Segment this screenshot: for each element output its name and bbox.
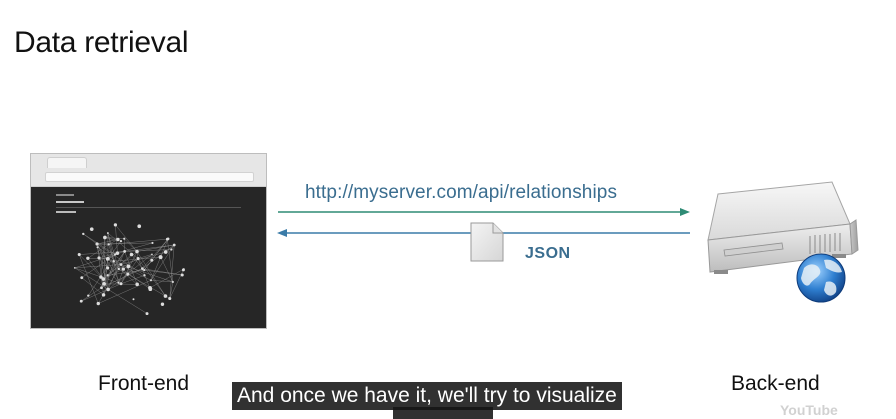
- network-node: [168, 297, 171, 300]
- network-node: [107, 232, 109, 234]
- network-nodes: [74, 223, 185, 315]
- network-node: [80, 276, 83, 279]
- network-node: [87, 294, 89, 296]
- network-node: [112, 260, 115, 263]
- network-node: [123, 250, 126, 253]
- network-node: [148, 286, 152, 290]
- network-node: [104, 284, 106, 286]
- network-node: [103, 236, 107, 240]
- json-document-icon: [470, 222, 504, 262]
- network-node: [137, 224, 141, 228]
- network-node: [86, 257, 89, 260]
- network-node: [130, 253, 134, 257]
- globe-icon: [797, 254, 845, 302]
- network-node: [106, 266, 109, 269]
- network-node: [82, 233, 84, 235]
- network-node: [173, 244, 176, 247]
- network-node: [106, 288, 110, 292]
- network-node: [90, 227, 94, 231]
- network-node: [102, 277, 106, 281]
- network-node: [120, 240, 122, 242]
- network-node: [133, 298, 135, 300]
- network-node: [182, 268, 185, 271]
- slide-title: Data retrieval: [14, 26, 188, 60]
- network-node: [120, 263, 123, 266]
- network-node: [135, 250, 139, 254]
- network-node: [159, 255, 163, 259]
- network-graph: [31, 187, 266, 329]
- network-node: [137, 257, 140, 260]
- network-node: [167, 238, 170, 241]
- browser-chrome: [31, 154, 266, 187]
- front-end-label: Front-end: [98, 372, 189, 396]
- response-format-label: JSON: [525, 245, 571, 263]
- network-node: [122, 267, 125, 270]
- network-node: [108, 243, 110, 245]
- network-node: [114, 223, 117, 226]
- network-node: [151, 253, 153, 255]
- network-node: [150, 279, 152, 281]
- network-node: [97, 256, 100, 259]
- browser-address-bar: [45, 172, 254, 182]
- network-node: [181, 273, 184, 276]
- browser-page: [31, 187, 266, 328]
- network-node: [106, 274, 108, 276]
- network-node: [116, 238, 119, 241]
- network-node: [151, 242, 153, 244]
- network-node: [170, 248, 172, 250]
- network-node: [143, 269, 145, 271]
- network-node: [164, 294, 168, 298]
- network-node: [100, 286, 103, 289]
- network-node: [117, 282, 119, 284]
- network-node: [172, 281, 174, 283]
- browser-tab: [47, 157, 87, 168]
- network-node: [74, 267, 76, 269]
- video-caption: And once we have it, we'll try to visual…: [232, 382, 622, 410]
- network-node: [150, 259, 153, 262]
- network-node: [114, 253, 116, 255]
- request-arrow: [278, 208, 690, 216]
- network-node: [102, 293, 106, 297]
- network-node: [78, 253, 81, 256]
- network-node: [106, 257, 109, 260]
- front-end-browser-window: [30, 153, 267, 329]
- back-end-label: Back-end: [731, 372, 820, 396]
- network-node: [123, 238, 125, 240]
- server-icon: [700, 180, 860, 310]
- network-node: [80, 300, 83, 303]
- network-node: [135, 283, 139, 287]
- network-node: [118, 268, 120, 270]
- network-node: [120, 282, 123, 285]
- network-node: [95, 242, 98, 245]
- network-node: [146, 312, 149, 315]
- network-node: [164, 250, 168, 254]
- network-node: [126, 273, 129, 276]
- network-node: [97, 302, 100, 305]
- network-node: [97, 246, 99, 248]
- network-node: [127, 265, 131, 269]
- network-node: [143, 274, 145, 276]
- network-node: [161, 303, 164, 306]
